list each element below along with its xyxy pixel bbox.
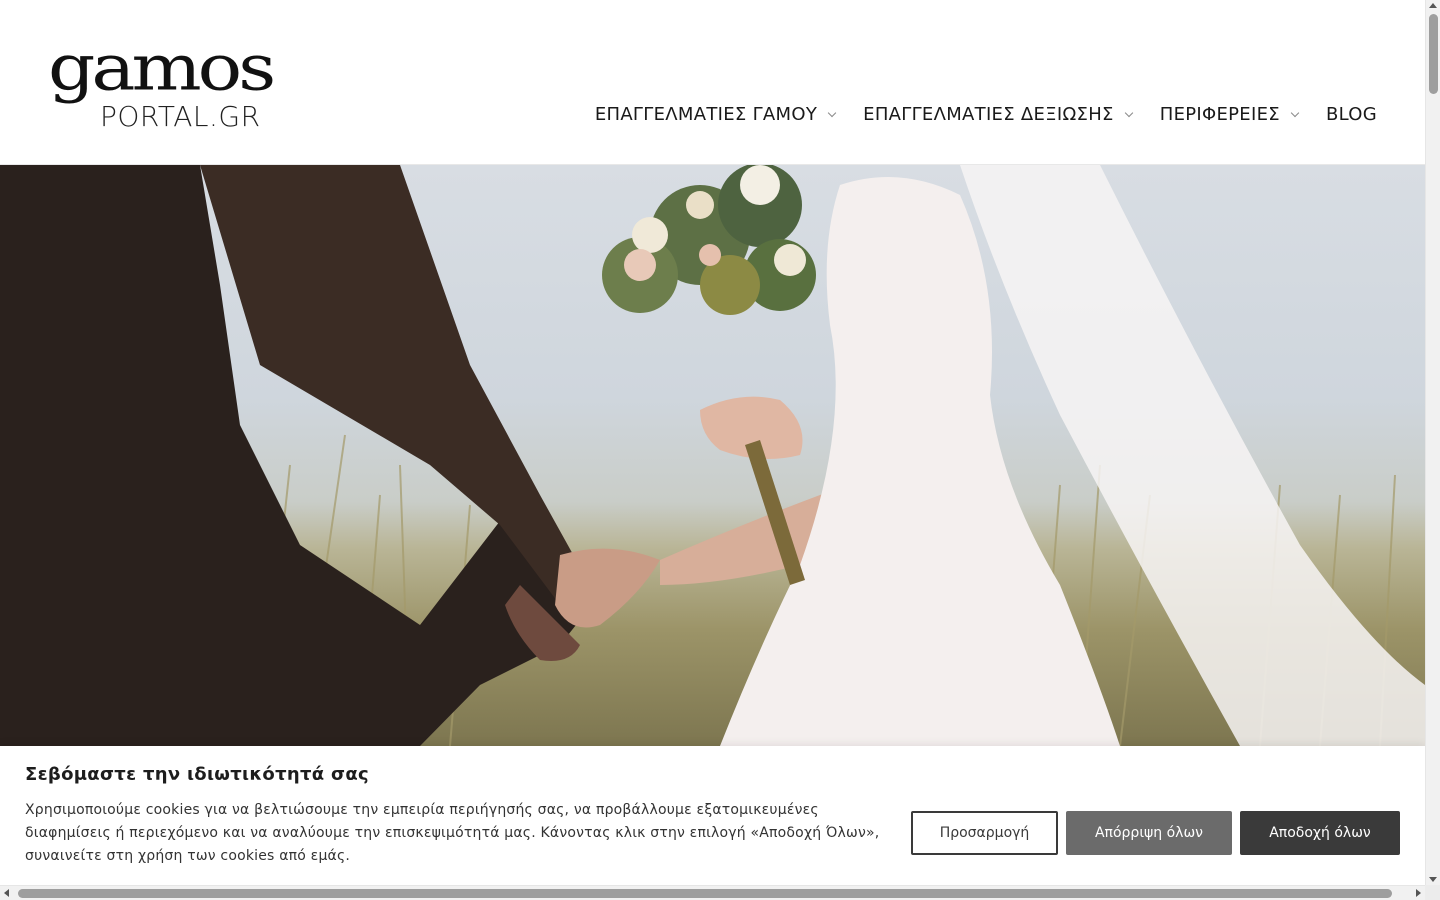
vertical-scrollbar[interactable]	[1425, 0, 1440, 885]
reject-all-cookies-button[interactable]: Απόρριψη όλων	[1066, 811, 1232, 855]
chevron-down-icon	[827, 108, 837, 117]
nav-item-wedding-professionals[interactable]: ΕΠΑΓΓΕΛΜΑΤΙΕΣ ΓΑΜΟΥ	[594, 104, 837, 125]
nav-item-label: ΕΠΑΓΓΕΛΜΑΤΙΕΣ ΔΕΞΙΩΣΗΣ	[863, 104, 1114, 125]
accept-all-cookies-button[interactable]: Αποδοχή όλων	[1240, 811, 1400, 855]
site-header: gamos PORTAL.GR ΕΠΑΓΓΕΛΜΑΤΙΕΣ ΓΑΜΟΥ ΕΠΑΓ…	[0, 0, 1425, 165]
vertical-scrollbar-thumb[interactable]	[1429, 14, 1438, 94]
cookie-banner-title: Σεβόμαστε την ιδιωτικότητά σας	[25, 764, 369, 785]
horizontal-scrollbar-thumb[interactable]	[18, 889, 1392, 898]
nav-item-reception-professionals[interactable]: ΕΠΑΓΓΕΛΜΑΤΙΕΣ ΔΕΞΙΩΣΗΣ	[863, 104, 1133, 125]
main-navigation: ΕΠΑΓΓΕΛΜΑΤΙΕΣ ΓΑΜΟΥ ΕΠΑΓΓΕΛΜΑΤΙΕΣ ΔΕΞΙΩΣ…	[595, 104, 1377, 125]
customize-cookies-button[interactable]: Προσαρμογή	[911, 811, 1058, 855]
cookie-consent-banner: Σεβόμαστε την ιδιωτικότητά σας Χρησιμοπο…	[0, 746, 1425, 885]
logo-wordmark-gamos: gamos	[48, 30, 276, 105]
logo-wordmark-portal: PORTAL.GR	[100, 100, 261, 133]
gamosportal-logo[interactable]: gamos PORTAL.GR	[48, 30, 308, 138]
hero-image	[0, 165, 1425, 746]
nav-item-label: BLOG	[1325, 104, 1377, 125]
nav-item-label: ΕΠΑΓΓΕΛΜΑΤΙΕΣ ΓΑΜΟΥ	[594, 104, 818, 125]
scroll-left-arrow-icon[interactable]	[4, 889, 9, 897]
nav-item-label: ΠΕΡΙΦΕΡΕΙΕΣ	[1159, 104, 1280, 125]
scroll-up-arrow-icon[interactable]	[1429, 3, 1437, 8]
scrollbar-corner	[1425, 885, 1440, 900]
scroll-right-arrow-icon[interactable]	[1416, 889, 1421, 897]
hero-illustration	[0, 165, 1425, 746]
scroll-down-arrow-icon[interactable]	[1429, 877, 1437, 882]
nav-item-regions[interactable]: ΠΕΡΙΦΕΡΕΙΕΣ	[1159, 104, 1300, 125]
chevron-down-icon	[1124, 108, 1133, 117]
horizontal-scrollbar[interactable]	[0, 885, 1425, 900]
nav-item-blog[interactable]: BLOG	[1326, 104, 1377, 125]
cookie-banner-text: Χρησιμοποιούμε cookies για να βελτιώσουμ…	[25, 802, 880, 864]
chevron-down-icon	[1290, 108, 1300, 117]
